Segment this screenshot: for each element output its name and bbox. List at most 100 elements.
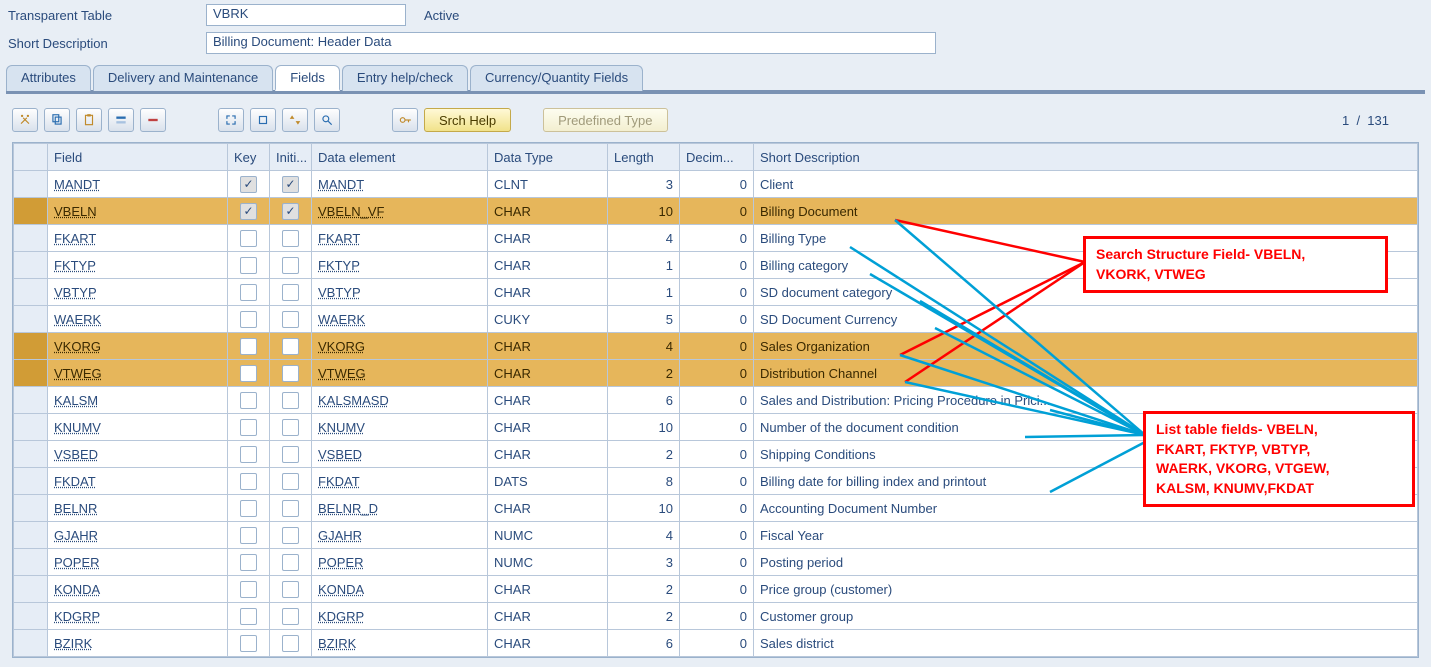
row-selector[interactable] [14,441,48,468]
init-checkbox[interactable] [282,608,299,625]
data-element[interactable]: WAERK [312,306,487,332]
tab-delivery-and-maintenance[interactable]: Delivery and Maintenance [93,65,273,91]
key-checkbox[interactable] [240,635,257,652]
expand-all-button[interactable] [218,108,244,132]
collapse-all-button[interactable] [250,108,276,132]
copy-button[interactable] [44,108,70,132]
tab-attributes[interactable]: Attributes [6,65,91,91]
init-checkbox[interactable] [282,527,299,544]
col-header-field[interactable]: Field [48,144,228,171]
field-name[interactable]: KALSM [48,387,227,413]
col-header-de[interactable]: Data element [312,144,488,171]
row-selector[interactable] [14,549,48,576]
key-checkbox[interactable] [240,554,257,571]
data-element[interactable]: KDGRP [312,603,487,629]
init-checkbox[interactable] [282,446,299,463]
init-checkbox[interactable] [282,419,299,436]
field-name[interactable]: VSBED [48,441,227,467]
init-checkbox[interactable] [282,230,299,247]
row-selector[interactable] [14,387,48,414]
key-checkbox[interactable] [240,608,257,625]
row-selector[interactable] [14,414,48,441]
key-checkbox[interactable] [240,446,257,463]
input-short-description[interactable]: Billing Document: Header Data [206,32,936,54]
field-name[interactable]: FKTYP [48,252,227,278]
row-selector[interactable] [14,630,48,657]
field-name[interactable]: POPER [48,549,227,575]
data-element[interactable]: KNUMV [312,414,487,440]
field-name[interactable]: VKORG [48,333,227,359]
row-selector[interactable] [14,333,48,360]
key-checkbox[interactable] [240,500,257,517]
init-checkbox[interactable] [282,635,299,652]
init-checkbox[interactable] [282,338,299,355]
tab-currency-quantity-fields[interactable]: Currency/Quantity Fields [470,65,643,91]
row-selector[interactable] [14,171,48,198]
field-name[interactable]: BELNR [48,495,227,521]
data-element[interactable]: GJAHR [312,522,487,548]
row-selector[interactable] [14,603,48,630]
key-checkbox[interactable] [240,419,257,436]
row-selector[interactable] [14,495,48,522]
init-checkbox[interactable] [282,257,299,274]
init-checkbox[interactable] [282,311,299,328]
paste-button[interactable] [76,108,102,132]
init-checkbox[interactable] [282,176,299,193]
key-checkbox[interactable] [240,392,257,409]
field-name[interactable]: VTWEG [48,360,227,386]
data-element[interactable]: KONDA [312,576,487,602]
init-checkbox[interactable] [282,554,299,571]
field-name[interactable]: WAERK [48,306,227,332]
col-header-sel[interactable] [14,144,48,171]
col-header-init[interactable]: Initi... [270,144,312,171]
data-element[interactable]: FKART [312,225,487,251]
init-checkbox[interactable] [282,392,299,409]
tab-fields[interactable]: Fields [275,65,340,91]
key-checkbox[interactable] [240,473,257,490]
data-element[interactable]: FKDAT [312,468,487,494]
predefined-type-button[interactable]: Predefined Type [543,108,667,132]
field-name[interactable]: GJAHR [48,522,227,548]
srch-help-button[interactable]: Srch Help [424,108,511,132]
cut-button[interactable] [12,108,38,132]
key-checkbox[interactable] [240,230,257,247]
field-name[interactable]: VBELN [48,198,227,224]
find-button[interactable] [314,108,340,132]
init-checkbox[interactable] [282,284,299,301]
row-selector[interactable] [14,522,48,549]
row-selector[interactable] [14,576,48,603]
tab-entry-help-check[interactable]: Entry help/check [342,65,468,91]
field-name[interactable]: BZIRK [48,630,227,656]
data-element[interactable]: FKTYP [312,252,487,278]
key-checkbox[interactable] [240,257,257,274]
init-checkbox[interactable] [282,365,299,382]
field-name[interactable]: FKDAT [48,468,227,494]
field-name[interactable]: MANDT [48,171,227,197]
init-checkbox[interactable] [282,500,299,517]
data-element[interactable]: VBTYP [312,279,487,305]
key-checkbox[interactable] [240,284,257,301]
col-header-dec[interactable]: Decim... [680,144,754,171]
col-header-key[interactable]: Key [228,144,270,171]
field-name[interactable]: KDGRP [48,603,227,629]
row-selector[interactable] [14,360,48,387]
input-table-name[interactable]: VBRK [206,4,406,26]
data-element[interactable]: BELNR_D [312,495,487,521]
col-header-desc[interactable]: Short Description [754,144,1418,171]
row-selector[interactable] [14,225,48,252]
init-checkbox[interactable] [282,203,299,220]
key-checkbox[interactable] [240,338,257,355]
row-selector[interactable] [14,279,48,306]
row-selector[interactable] [14,468,48,495]
init-checkbox[interactable] [282,581,299,598]
data-element[interactable]: KALSMASD [312,387,487,413]
col-header-dt[interactable]: Data Type [488,144,608,171]
field-name[interactable]: KONDA [48,576,227,602]
field-name[interactable]: VBTYP [48,279,227,305]
data-element[interactable]: VBELN_VF [312,198,487,224]
key-checkbox[interactable] [240,365,257,382]
sort-button[interactable] [282,108,308,132]
row-selector[interactable] [14,252,48,279]
key-checkbox[interactable] [240,527,257,544]
insert-row-button[interactable] [108,108,134,132]
